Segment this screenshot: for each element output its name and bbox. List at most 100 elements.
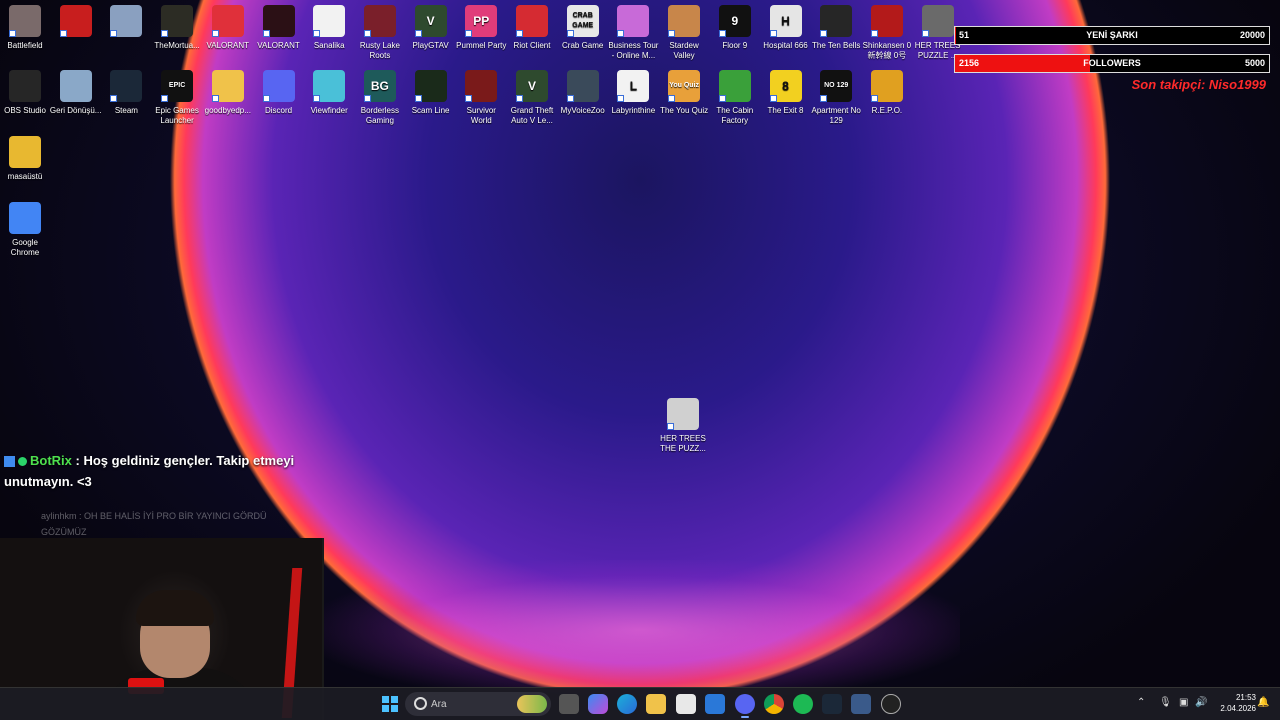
desktop-shortcut-label: Hospital 666 — [763, 41, 808, 50]
desktop-shortcut-label: Crab Game — [562, 41, 604, 50]
desktop-shortcut[interactable]: V Grand Theft Auto V Le... — [506, 70, 558, 126]
taskbar-search[interactable]: Ara — [405, 692, 551, 716]
desktop-shortcut[interactable]: EPIC Epic Games Launcher — [151, 70, 203, 126]
desktop-shortcut[interactable]: TheMortua... — [151, 5, 203, 51]
desktop-shortcut-label: HER TREES THE PUZZ... — [660, 434, 706, 453]
desktop-shortcut[interactable]: L Labyrinthine — [607, 70, 659, 116]
streamer-hair — [136, 590, 214, 626]
song-goal-bar: 51 YENİ ŞARKI 20000 — [954, 26, 1270, 45]
desktop-shortcut[interactable]: Geri Dönüşü... — [50, 70, 102, 116]
desktop-shortcut[interactable]: V PlayGTAV — [405, 5, 457, 51]
tree-icon — [363, 5, 396, 37]
desktop-shortcut[interactable]: VALORANT — [253, 5, 305, 51]
penguin-icon — [566, 70, 599, 102]
edge-icon[interactable] — [617, 694, 637, 714]
desktop-shortcut[interactable]: Rusty Lake Roots — [354, 5, 406, 61]
desktop-shortcut-label: masaüstü — [7, 172, 43, 181]
desktop-shortcut[interactable]: Battlefield — [0, 5, 51, 51]
you-quiz-icon: You Quiz — [668, 70, 701, 102]
desktop-shortcut[interactable]: Sanalika — [303, 5, 355, 51]
microphone-icon[interactable]: 🎙 — [1159, 697, 1172, 708]
bot-badge-icon — [4, 456, 15, 468]
chrome-icon[interactable] — [764, 694, 784, 714]
desktop-shortcut[interactable]: The Ten Bells — [810, 5, 862, 51]
desktop-shortcut-label: Survivor World — [466, 106, 496, 125]
desktop-shortcut-label: OBS Studio — [4, 106, 46, 115]
desktop-shortcut[interactable]: Discord — [253, 70, 305, 116]
desktop-shortcut[interactable]: Google Chrome — [0, 202, 51, 258]
stardew-chicken-icon — [668, 5, 701, 37]
desktop-shortcut[interactable]: Shinkansen 0 新幹線 0号 — [861, 5, 913, 61]
search-icon — [414, 697, 427, 710]
file-manager-icon[interactable] — [559, 694, 579, 714]
desktop-shortcut-label: The You Quiz — [660, 106, 709, 115]
desktop-shortcut[interactable]: Business Tour - Online M... — [607, 5, 659, 61]
discord-icon — [262, 70, 295, 102]
volume-icon[interactable]: 🔊 — [1195, 697, 1207, 708]
bell-icon — [820, 5, 853, 37]
desktop-shortcut[interactable]: Steam — [100, 70, 152, 116]
desktop-shortcut[interactable]: BG Borderless Gaming — [354, 70, 406, 126]
desktop-shortcut[interactable]: The Cabin Factory — [709, 70, 761, 126]
folder-icon[interactable] — [646, 694, 666, 714]
desktop-shortcut[interactable] — [50, 5, 102, 41]
followers-target: 5000 — [1244, 58, 1265, 68]
desktop-shortcut[interactable]: Riot Client — [506, 5, 558, 51]
chat-username: BotRix — [30, 453, 72, 468]
desktop-shortcut[interactable]: MyVoiceZoo — [557, 70, 609, 116]
windows-start-icon[interactable] — [380, 694, 400, 714]
desktop-shortcut-label: Scam Line — [411, 106, 450, 115]
desktop-shortcut-label: PlayGTAV — [412, 41, 449, 50]
desktop-shortcut-label: R.E.P.O. — [871, 106, 903, 115]
search-highlight-icon — [517, 695, 547, 713]
desktop-shortcut-label: Discord — [264, 106, 293, 115]
recycle-bin-icon — [59, 70, 92, 102]
valorant-logo-icon — [262, 5, 295, 37]
desktop-shortcut[interactable]: 8 The Exit 8 — [760, 70, 812, 116]
business-tour-icon — [617, 5, 650, 37]
stream-goal-overlay: 51 YENİ ŞARKI 20000 2156 FOLLOWERS 5000 — [954, 26, 1270, 82]
desktop-shortcut[interactable]: NO 129 Apartment No 129 — [810, 70, 862, 126]
desktop-shortcut[interactable]: Stardew Valley — [658, 5, 710, 61]
desktop-shortcut[interactable]: goodbyedp... — [202, 70, 254, 116]
desktop-shortcut[interactable]: 9 Floor 9 — [709, 5, 761, 51]
desktop-shortcut[interactable]: HER TREES THE PUZZ... — [657, 398, 709, 454]
desktop-shortcut[interactable]: H Hospital 666 — [760, 5, 812, 51]
desktop-shortcut[interactable]: Scam Line — [405, 70, 457, 116]
taskbar-clock[interactable]: 21:53 2.04.2026 — [1220, 692, 1256, 714]
chevron-up-icon[interactable]: ⌃ — [1137, 697, 1145, 708]
desktop-shortcut[interactable]: CRAB GAME Crab Game — [557, 5, 609, 51]
desktop-shortcut[interactable]: VALORANT — [202, 5, 254, 51]
labyrinthine-icon: L — [617, 70, 650, 102]
desktop-shortcut[interactable]: Viewfinder — [303, 70, 355, 116]
desktop-shortcut-label: MyVoiceZoo — [560, 106, 605, 115]
desktop-shortcut-label: The Cabin Factory — [716, 106, 754, 125]
her-trees-icon — [921, 5, 954, 37]
desktop-shortcut-label: Business Tour - Online M... — [608, 41, 659, 60]
desktop-shortcut[interactable] — [100, 5, 152, 41]
desktop-shortcut-label: Shinkansen 0 新幹線 0号 — [862, 41, 912, 60]
obs-icon[interactable] — [881, 694, 901, 714]
steam-icon — [110, 70, 143, 102]
desktop-shortcut[interactable]: Survivor World — [455, 70, 507, 126]
clock-time: 21:53 — [1235, 693, 1256, 702]
desktop-shortcut[interactable]: OBS Studio — [0, 70, 51, 116]
discord-icon[interactable] — [735, 694, 755, 714]
borderless-gaming-icon: BG — [363, 70, 396, 102]
network-icon[interactable]: ▣ — [1179, 697, 1188, 708]
mail-icon[interactable] — [705, 694, 725, 714]
desktop-shortcut[interactable]: You Quiz The You Quiz — [658, 70, 710, 116]
desktop-shortcut[interactable]: R.E.P.O. — [861, 70, 913, 116]
frog-icon — [718, 70, 751, 102]
desktop-shortcut[interactable]: masaüstü — [0, 136, 51, 182]
spotify-icon[interactable] — [793, 694, 813, 714]
copilot-icon[interactable] — [588, 694, 608, 714]
desktop-shortcut[interactable]: PP Pummel Party — [455, 5, 507, 51]
desktop-shortcut-label: goodbyedp... — [204, 106, 251, 115]
character-game-icon — [110, 5, 143, 37]
steam-tools-icon[interactable] — [851, 694, 871, 714]
notification-icon[interactable]: 🔔 — [1257, 697, 1269, 708]
store-icon[interactable] — [676, 694, 696, 714]
steam-icon[interactable] — [822, 694, 842, 714]
desktop-shortcut-label: Floor 9 — [722, 41, 748, 50]
